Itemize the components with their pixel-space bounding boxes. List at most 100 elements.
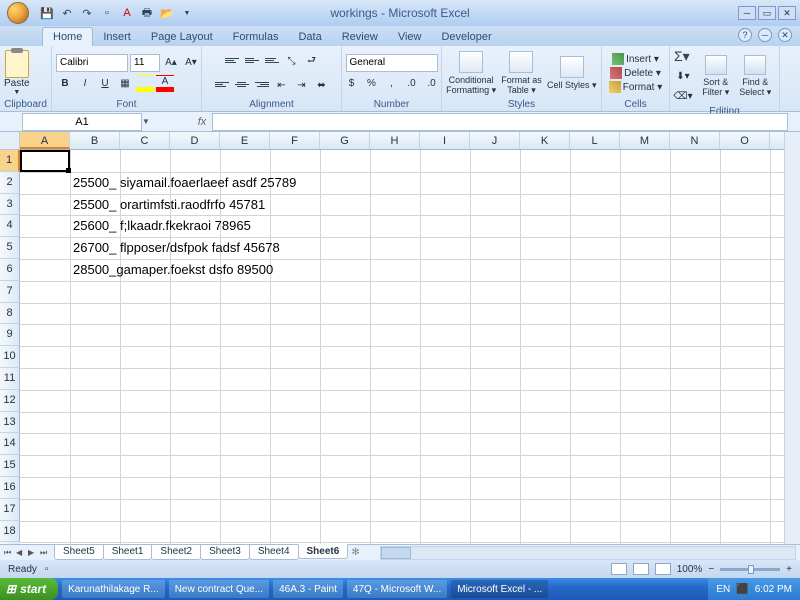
- row-header-9[interactable]: 9: [0, 324, 20, 346]
- conditional-formatting-button[interactable]: Conditional Formatting ▾: [446, 51, 496, 96]
- col-header-J[interactable]: J: [470, 132, 520, 149]
- decrease-font-icon[interactable]: A▾: [182, 54, 200, 72]
- col-header-N[interactable]: N: [670, 132, 720, 149]
- currency-button[interactable]: $: [343, 75, 361, 93]
- undo-icon[interactable]: ↶: [59, 5, 75, 21]
- col-header-B[interactable]: B: [70, 132, 120, 149]
- tab-developer[interactable]: Developer: [431, 28, 501, 46]
- number-format-select[interactable]: [346, 54, 438, 72]
- sheet-tab-sheet5[interactable]: Sheet5: [54, 545, 104, 560]
- paste-button[interactable]: Paste ▼: [4, 50, 30, 96]
- col-header-K[interactable]: K: [520, 132, 570, 149]
- decrease-decimal-button[interactable]: .0: [423, 75, 441, 93]
- col-header-G[interactable]: G: [320, 132, 370, 149]
- format-as-table-button[interactable]: Format as Table ▾: [496, 51, 546, 96]
- merge-button[interactable]: ⬌: [313, 76, 331, 94]
- first-sheet-button[interactable]: ⏮: [4, 548, 14, 558]
- align-top-button[interactable]: [223, 52, 241, 68]
- insert-cells-button[interactable]: Insert ▾: [612, 53, 659, 65]
- comma-button[interactable]: ,: [383, 75, 401, 93]
- font-name-input[interactable]: [56, 54, 128, 72]
- fx-button[interactable]: fx: [192, 116, 212, 128]
- vertical-scrollbar[interactable]: [784, 132, 800, 544]
- minimize-ribbon-button[interactable]: ─: [758, 28, 772, 42]
- align-bottom-button[interactable]: [263, 52, 281, 68]
- help-button[interactable]: ?: [738, 28, 752, 42]
- row-header-18[interactable]: 18: [0, 521, 20, 543]
- formula-input[interactable]: [212, 113, 788, 131]
- taskbar-item[interactable]: Karunathilakage R...: [62, 580, 165, 598]
- col-header-C[interactable]: C: [120, 132, 170, 149]
- cell-B6[interactable]: 28500_gamaper.foekst dsfo 89500: [73, 262, 273, 277]
- qat-open-icon[interactable]: 📂: [159, 5, 175, 21]
- tray-icon1[interactable]: ⬛: [736, 584, 748, 595]
- decrease-indent-button[interactable]: ⇤: [273, 76, 291, 94]
- taskbar-item[interactable]: 46A.3 - Paint: [273, 580, 343, 598]
- cell-B2[interactable]: 25500_ siyamail.foaerlaeef asdf 25789: [73, 175, 296, 190]
- zoom-slider[interactable]: [720, 568, 780, 571]
- save-icon[interactable]: 💾: [39, 5, 55, 21]
- qat-new-icon[interactable]: ▫: [99, 5, 115, 21]
- row-header-16[interactable]: 16: [0, 477, 20, 499]
- row-header-12[interactable]: 12: [0, 390, 20, 412]
- tab-review[interactable]: Review: [332, 28, 388, 46]
- sheet-tab-sheet2[interactable]: Sheet2: [151, 545, 201, 560]
- col-header-F[interactable]: F: [270, 132, 320, 149]
- row-header-1[interactable]: 1: [0, 150, 20, 172]
- font-size-input[interactable]: [130, 54, 160, 72]
- system-tray[interactable]: EN ⬛ 6:02 PM: [708, 578, 800, 600]
- zoom-level[interactable]: 100%: [677, 564, 703, 575]
- row-header-8[interactable]: 8: [0, 303, 20, 325]
- next-sheet-button[interactable]: ▶: [28, 548, 38, 558]
- align-right-button[interactable]: [253, 76, 271, 92]
- tab-formulas[interactable]: Formulas: [223, 28, 289, 46]
- delete-cells-button[interactable]: Delete ▾: [610, 67, 661, 79]
- office-button[interactable]: [3, 0, 33, 26]
- autosum-button[interactable]: Σ▾: [674, 48, 692, 65]
- name-box[interactable]: [22, 113, 142, 131]
- page-break-view-button[interactable]: [655, 563, 671, 575]
- maximize-button[interactable]: ▭: [758, 6, 776, 20]
- orientation-button[interactable]: ⤡: [283, 52, 301, 70]
- clear-button[interactable]: ⌫▾: [674, 87, 692, 105]
- row-header-11[interactable]: 11: [0, 368, 20, 390]
- tab-home[interactable]: Home: [42, 27, 93, 46]
- cell-B4[interactable]: 25600_ f;lkaadr.fkekraoi 78965: [73, 218, 251, 233]
- underline-button[interactable]: U: [96, 75, 114, 93]
- minimize-button[interactable]: ─: [738, 6, 756, 20]
- zoom-in-button[interactable]: +: [786, 564, 792, 575]
- sheet-tab-sheet1[interactable]: Sheet1: [103, 545, 153, 560]
- normal-view-button[interactable]: [611, 563, 627, 575]
- align-center-button[interactable]: [233, 76, 251, 92]
- doc-close-button[interactable]: ✕: [778, 28, 792, 42]
- sort-filter-button[interactable]: Sort & Filter ▾: [696, 55, 736, 98]
- col-header-O[interactable]: O: [720, 132, 770, 149]
- col-header-A[interactable]: A: [20, 132, 70, 149]
- select-all-corner[interactable]: [0, 132, 20, 150]
- col-header-I[interactable]: I: [420, 132, 470, 149]
- zoom-out-button[interactable]: −: [708, 564, 714, 575]
- increase-indent-button[interactable]: ⇥: [293, 76, 311, 94]
- col-header-D[interactable]: D: [170, 132, 220, 149]
- italic-button[interactable]: I: [76, 75, 94, 93]
- row-header-6[interactable]: 6: [0, 259, 20, 281]
- name-box-dropdown[interactable]: ▼: [142, 117, 152, 126]
- row-header-4[interactable]: 4: [0, 215, 20, 237]
- taskbar-item[interactable]: Microsoft Excel - ...: [451, 580, 548, 598]
- row-header-10[interactable]: 10: [0, 346, 20, 368]
- close-button[interactable]: ✕: [778, 6, 796, 20]
- qat-font-icon[interactable]: A: [119, 5, 135, 21]
- row-header-13[interactable]: 13: [0, 412, 20, 434]
- prev-sheet-button[interactable]: ◀: [16, 548, 26, 558]
- active-cell[interactable]: [20, 150, 70, 172]
- tab-view[interactable]: View: [388, 28, 432, 46]
- row-header-17[interactable]: 17: [0, 499, 20, 521]
- row-header-3[interactable]: 3: [0, 194, 20, 216]
- new-sheet-button[interactable]: ✻: [351, 547, 359, 558]
- bold-button[interactable]: B: [56, 75, 74, 93]
- sheet-tab-sheet4[interactable]: Sheet4: [249, 545, 299, 560]
- percent-button[interactable]: %: [363, 75, 381, 93]
- qat-print-icon[interactable]: 🖶: [139, 5, 155, 21]
- horizontal-scrollbar[interactable]: [380, 546, 796, 560]
- cell-styles-button[interactable]: Cell Styles ▾: [547, 56, 597, 91]
